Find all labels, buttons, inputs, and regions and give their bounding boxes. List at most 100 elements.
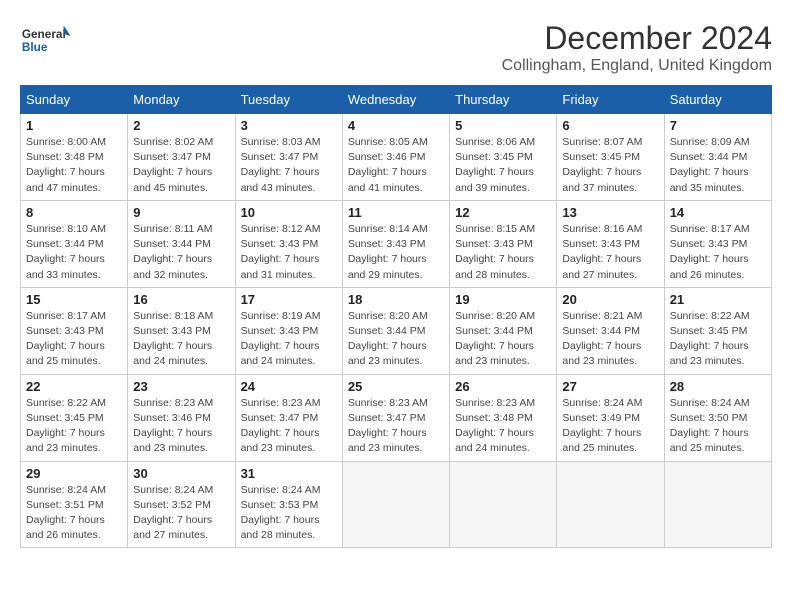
day-cell-10: 10Sunrise: 8:12 AMSunset: 3:43 PMDayligh… [235,200,342,287]
day-info: Sunrise: 8:23 AMSunset: 3:46 PMDaylight:… [133,396,229,457]
day-cell-22: 22 Sunrise: 8:22 AMSunset: 3:45 PMDayligh… [21,374,128,461]
day-number: 31 [241,466,337,481]
day-info: Sunrise: 8:07 AMSunset: 3:45 PMDaylight:… [562,135,658,196]
day-cell-24: 24 Sunrise: 8:23 AMSunset: 3:47 PMDayligh… [235,374,342,461]
day-number: 18 [348,292,444,307]
day-cell-14: 14 Sunrise: 8:17 AMSunset: 3:43 PMDayligh… [664,200,771,287]
day-cell-27: 27 Sunrise: 8:24 AMSunset: 3:49 PMDayligh… [557,374,664,461]
day-cell-7: 7 Sunrise: 8:09 AMSunset: 3:44 PMDaylight… [664,114,771,201]
day-info: Sunrise: 8:00 AMSunset: 3:48 PMDaylight:… [26,135,122,196]
logo: General Blue [20,20,70,60]
day-info: Sunrise: 8:09 AMSunset: 3:44 PMDaylight:… [670,135,766,196]
day-info: Sunrise: 8:24 AMSunset: 3:51 PMDaylight:… [26,483,122,544]
day-info: Sunrise: 8:06 AMSunset: 3:45 PMDaylight:… [455,135,551,196]
day-number: 24 [241,379,337,394]
day-cell-6: 6Sunrise: 8:07 AMSunset: 3:45 PMDaylight… [557,114,664,201]
day-number: 26 [455,379,551,394]
day-info: Sunrise: 8:24 AMSunset: 3:52 PMDaylight:… [133,483,229,544]
day-header-thursday: Thursday [450,86,557,114]
day-header-friday: Friday [557,86,664,114]
day-cell-9: 9Sunrise: 8:11 AMSunset: 3:44 PMDaylight… [128,200,235,287]
day-cell-3: 3Sunrise: 8:03 AMSunset: 3:47 PMDaylight… [235,114,342,201]
day-info: Sunrise: 8:11 AMSunset: 3:44 PMDaylight:… [133,222,229,283]
day-info: Sunrise: 8:15 AMSunset: 3:43 PMDaylight:… [455,222,551,283]
day-cell-18: 18 Sunrise: 8:20 AMSunset: 3:44 PMDayligh… [342,287,449,374]
day-info: Sunrise: 8:24 AMSunset: 3:53 PMDaylight:… [241,483,337,544]
day-header-monday: Monday [128,86,235,114]
day-cell-21: 21 Sunrise: 8:22 AMSunset: 3:45 PMDayligh… [664,287,771,374]
day-number: 19 [455,292,551,307]
day-info: Sunrise: 8:23 AMSunset: 3:47 PMDaylight:… [241,396,337,457]
day-number: 8 [26,205,122,220]
day-info: Sunrise: 8:19 AMSunset: 3:43 PMDaylight:… [241,309,337,370]
day-cell-15: 15Sunrise: 8:17 AMSunset: 3:43 PMDayligh… [21,287,128,374]
day-cell-28: 28 Sunrise: 8:24 AMSunset: 3:50 PMDayligh… [664,374,771,461]
day-info: Sunrise: 8:02 AMSunset: 3:47 PMDaylight:… [133,135,229,196]
day-info: Sunrise: 8:05 AMSunset: 3:46 PMDaylight:… [348,135,444,196]
day-number: 30 [133,466,229,481]
day-cell-31: 31 Sunrise: 8:24 AMSunset: 3:53 PMDayligh… [235,461,342,548]
day-number: 3 [241,118,337,133]
day-number: 27 [562,379,658,394]
day-number: 11 [348,205,444,220]
day-info: Sunrise: 8:21 AMSunset: 3:44 PMDaylight:… [562,309,658,370]
week-row-1: 1 Sunrise: 8:00 AMSunset: 3:48 PMDaylight… [21,114,772,201]
day-number: 7 [670,118,766,133]
day-number: 23 [133,379,229,394]
day-number: 1 [26,118,122,133]
day-info: Sunrise: 8:22 AMSunset: 3:45 PMDaylight:… [670,309,766,370]
calendar-table: SundayMondayTuesdayWednesdayThursdayFrid… [20,85,772,548]
calendar-title: December 2024 [502,20,772,57]
day-number: 22 [26,379,122,394]
day-number: 13 [562,205,658,220]
empty-cell [450,461,557,548]
day-number: 29 [26,466,122,481]
day-number: 12 [455,205,551,220]
week-row-5: 29 Sunrise: 8:24 AMSunset: 3:51 PMDayligh… [21,461,772,548]
calendar-subtitle: Collingham, England, United Kingdom [502,57,772,75]
logo-svg: General Blue [20,20,70,60]
day-cell-17: 17Sunrise: 8:19 AMSunset: 3:43 PMDayligh… [235,287,342,374]
day-cell-1: 1 Sunrise: 8:00 AMSunset: 3:48 PMDaylight… [21,114,128,201]
day-header-saturday: Saturday [664,86,771,114]
day-cell-26: 26 Sunrise: 8:23 AMSunset: 3:48 PMDayligh… [450,374,557,461]
day-number: 16 [133,292,229,307]
day-header-tuesday: Tuesday [235,86,342,114]
day-info: Sunrise: 8:18 AMSunset: 3:43 PMDaylight:… [133,309,229,370]
day-cell-16: 16 Sunrise: 8:18 AMSunset: 3:43 PMDayligh… [128,287,235,374]
day-header-sunday: Sunday [21,86,128,114]
day-cell-30: 30 Sunrise: 8:24 AMSunset: 3:52 PMDayligh… [128,461,235,548]
day-cell-29: 29 Sunrise: 8:24 AMSunset: 3:51 PMDayligh… [21,461,128,548]
day-info: Sunrise: 8:23 AMSunset: 3:48 PMDaylight:… [455,396,551,457]
day-info: Sunrise: 8:14 AMSunset: 3:43 PMDaylight:… [348,222,444,283]
day-cell-11: 11 Sunrise: 8:14 AMSunset: 3:43 PMDayligh… [342,200,449,287]
day-cell-13: 13 Sunrise: 8:16 AMSunset: 3:43 PMDayligh… [557,200,664,287]
day-cell-12: 12 Sunrise: 8:15 AMSunset: 3:43 PMDayligh… [450,200,557,287]
day-info: Sunrise: 8:20 AMSunset: 3:44 PMDaylight:… [348,309,444,370]
day-info: Sunrise: 8:17 AMSunset: 3:43 PMDaylight:… [670,222,766,283]
day-number: 5 [455,118,551,133]
day-number: 4 [348,118,444,133]
header: General Blue December 2024 Collingham, E… [20,20,772,75]
day-number: 21 [670,292,766,307]
day-info: Sunrise: 8:24 AMSunset: 3:50 PMDaylight:… [670,396,766,457]
day-number: 2 [133,118,229,133]
day-number: 28 [670,379,766,394]
title-area: December 2024 Collingham, England, Unite… [502,20,772,75]
header-row: SundayMondayTuesdayWednesdayThursdayFrid… [21,86,772,114]
week-row-3: 15Sunrise: 8:17 AMSunset: 3:43 PMDayligh… [21,287,772,374]
day-cell-4: 4 Sunrise: 8:05 AMSunset: 3:46 PMDaylight… [342,114,449,201]
day-cell-5: 5 Sunrise: 8:06 AMSunset: 3:45 PMDaylight… [450,114,557,201]
day-info: Sunrise: 8:22 AMSunset: 3:45 PMDaylight:… [26,396,122,457]
day-info: Sunrise: 8:10 AMSunset: 3:44 PMDaylight:… [26,222,122,283]
day-number: 14 [670,205,766,220]
day-info: Sunrise: 8:16 AMSunset: 3:43 PMDaylight:… [562,222,658,283]
day-cell-2: 2 Sunrise: 8:02 AMSunset: 3:47 PMDaylight… [128,114,235,201]
day-info: Sunrise: 8:24 AMSunset: 3:49 PMDaylight:… [562,396,658,457]
svg-text:Blue: Blue [22,40,48,54]
week-row-4: 22 Sunrise: 8:22 AMSunset: 3:45 PMDayligh… [21,374,772,461]
empty-cell [557,461,664,548]
week-row-2: 8 Sunrise: 8:10 AMSunset: 3:44 PMDaylight… [21,200,772,287]
day-cell-20: 20Sunrise: 8:21 AMSunset: 3:44 PMDayligh… [557,287,664,374]
day-info: Sunrise: 8:23 AMSunset: 3:47 PMDaylight:… [348,396,444,457]
